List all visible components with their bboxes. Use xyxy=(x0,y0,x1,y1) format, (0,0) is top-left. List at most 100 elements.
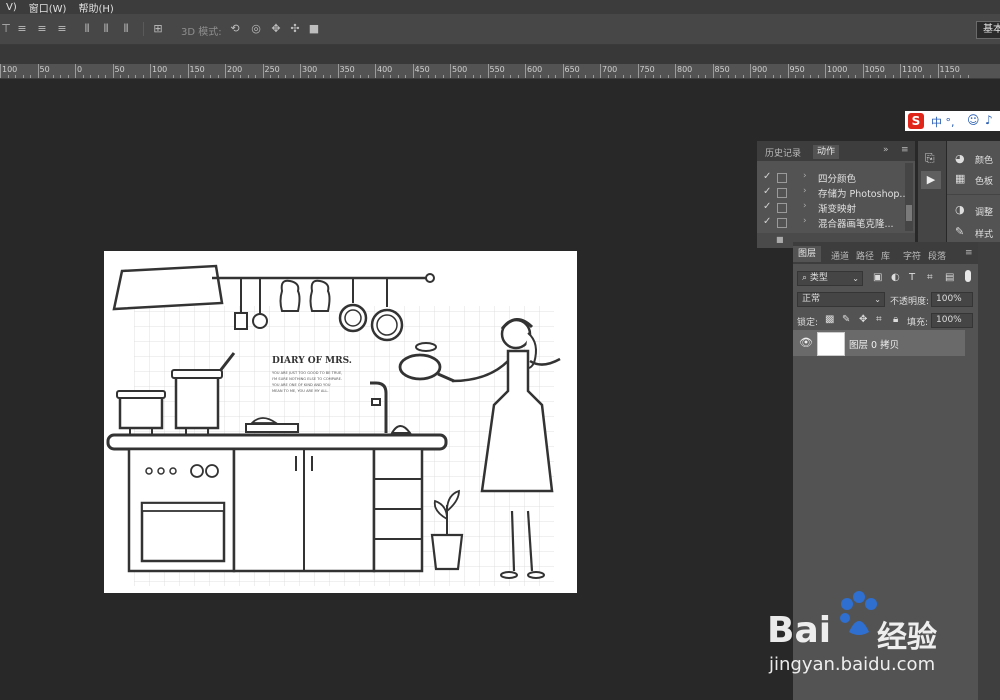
lock-transparency-icon[interactable]: ▩ xyxy=(825,314,834,325)
tab-paragraph[interactable]: 段落 xyxy=(928,249,946,262)
tab-layers[interactable]: 图层 xyxy=(793,246,822,262)
filter-kind-select[interactable]: ⌕ 类型 ⌄ xyxy=(797,271,863,286)
ime-mode[interactable]: 中 °, xyxy=(931,114,955,130)
layer-name[interactable]: 图层 0 拷贝 xyxy=(849,337,899,351)
scroll-thumb[interactable] xyxy=(906,205,912,221)
ruler-label: 1050 xyxy=(864,65,885,74)
emoji-icon[interactable]: ☺ xyxy=(967,113,980,127)
panel-adjustments[interactable]: 调整 xyxy=(975,205,993,218)
ruler-minor-tick xyxy=(615,75,616,78)
ruler-minor-tick xyxy=(690,75,691,78)
align-icon[interactable]: ⊤ xyxy=(0,23,12,35)
adjustment-filter-icon[interactable]: ◐ xyxy=(891,272,900,283)
stop-icon[interactable]: ■ xyxy=(776,235,784,244)
sogou-icon[interactable]: S xyxy=(908,113,924,129)
swatches-icon[interactable]: ▦ xyxy=(955,172,965,185)
lock-position-icon[interactable]: ✥ xyxy=(859,314,867,325)
action-row[interactable]: ✓ › 存储为 Photoshop... xyxy=(757,185,909,200)
ruler-minor-tick xyxy=(540,75,541,78)
tab-libraries[interactable]: 库 xyxy=(881,249,890,262)
menu-view[interactable]: V) xyxy=(0,2,23,13)
distribute-left-icon[interactable]: ⫴ xyxy=(81,23,93,35)
panel-color[interactable]: 颜色 xyxy=(975,153,993,166)
action-label: 混合器画笔克隆... xyxy=(818,219,894,230)
play-icon[interactable]: ▶ xyxy=(921,171,941,189)
action-row[interactable]: ✓ › 四分颜色 xyxy=(757,170,907,185)
ruler-minor-tick xyxy=(307,75,309,78)
ruler-label: 50 xyxy=(39,65,50,74)
type-filter-icon[interactable]: T xyxy=(909,272,915,283)
3d-scale-icon[interactable]: ■ xyxy=(307,23,321,35)
collapse-icon[interactable]: » xyxy=(883,145,889,155)
expand-icon[interactable]: › xyxy=(803,186,807,196)
3d-slide-icon[interactable]: ✣ xyxy=(288,23,302,35)
dialog-toggle-icon[interactable] xyxy=(777,188,787,198)
horizontal-ruler[interactable]: 100 50 0 50 100 150 200 250 300 350 400 450 500 550 60… xyxy=(0,64,1000,79)
ruler-major-tick xyxy=(112,64,114,78)
expand-icon[interactable]: › xyxy=(803,201,807,211)
ime-toolbar[interactable]: S 中 °, ☺ ♪ xyxy=(905,111,1000,131)
dialog-toggle-icon[interactable] xyxy=(777,203,787,213)
check-icon[interactable]: ✓ xyxy=(763,171,771,182)
mic-icon[interactable]: ♪ xyxy=(985,113,993,127)
smart-object-filter-icon[interactable]: ▤ xyxy=(945,272,954,283)
3d-pan-icon[interactable]: ✥ xyxy=(269,23,283,35)
action-row[interactable]: ✓ › 混合器画笔克隆... xyxy=(757,215,907,230)
history-icon[interactable]: ⎘ xyxy=(925,151,935,166)
color-wheel-icon[interactable]: ◕ xyxy=(955,152,965,165)
3d-roll-icon[interactable]: ◎ xyxy=(249,23,263,35)
tab-channels[interactable]: 通道 xyxy=(831,249,849,262)
ruler-minor-tick xyxy=(915,75,916,78)
lock-artboard-icon[interactable]: ⌗ xyxy=(876,314,882,325)
menu-bar: V) 窗口(W) 帮助(H) xyxy=(0,0,1000,15)
expand-icon[interactable]: › xyxy=(803,216,807,226)
3d-rotate-icon[interactable]: ⟲ xyxy=(228,23,242,35)
tab-character[interactable]: 字符 xyxy=(903,249,921,262)
panel-menu-icon[interactable]: ≡ xyxy=(901,145,909,155)
ruler-label: 100 xyxy=(152,65,168,74)
blend-mode-select[interactable]: 正常 ⌄ xyxy=(797,292,885,307)
check-icon[interactable]: ✓ xyxy=(763,186,771,197)
tab-paths[interactable]: 路径 xyxy=(856,249,874,262)
check-icon[interactable]: ✓ xyxy=(763,201,771,212)
tab-actions[interactable]: 动作 xyxy=(813,145,840,159)
shape-filter-icon[interactable]: ⌗ xyxy=(927,272,933,283)
panel-menu-icon[interactable]: ≡ xyxy=(965,248,973,258)
lock-paint-icon[interactable]: ✎ xyxy=(842,314,850,325)
auto-align-icon[interactable]: ⊞ xyxy=(152,23,164,35)
opacity-input[interactable]: 100% xyxy=(931,292,973,307)
menu-window[interactable]: 窗口(W) xyxy=(23,0,73,15)
pixel-filter-icon[interactable]: ▣ xyxy=(873,272,882,283)
ruler-minor-tick xyxy=(742,75,744,78)
actions-scrollbar[interactable] xyxy=(905,163,913,231)
lock-all-icon[interactable]: 🔒︎ xyxy=(893,314,898,325)
align-vcenter-icon[interactable]: ≡ xyxy=(36,23,48,35)
ruler-minor-tick xyxy=(855,75,856,78)
align-bottom-icon[interactable]: ≡ xyxy=(56,23,68,35)
menu-help[interactable]: 帮助(H) xyxy=(72,0,119,15)
tab-history[interactable]: 历史记录 xyxy=(765,146,801,159)
action-row[interactable]: ✓ › 渐变映射 xyxy=(757,200,907,215)
ruler-major-tick xyxy=(862,64,864,78)
styles-icon[interactable]: ✎ xyxy=(955,225,964,238)
filter-toggle[interactable] xyxy=(965,270,971,282)
fill-input[interactable]: 100% xyxy=(931,313,973,328)
ruler-minor-tick xyxy=(217,75,219,78)
check-icon[interactable]: ✓ xyxy=(763,216,771,227)
distribute-right-icon[interactable]: ⫴ xyxy=(120,23,132,35)
baidu-watermark: Bai 经验 jingyan.baidu.com xyxy=(765,590,995,680)
workspace-selector[interactable]: 基本 xyxy=(976,21,1000,39)
dialog-toggle-icon[interactable] xyxy=(777,173,787,183)
visibility-eye-icon[interactable]: 👁︎ xyxy=(799,336,813,349)
ruler-label: 1100 xyxy=(902,65,923,74)
dialog-toggle-icon[interactable] xyxy=(777,218,787,228)
align-top-icon[interactable]: ≡ xyxy=(16,23,28,35)
expand-icon[interactable]: › xyxy=(803,171,807,181)
distribute-hcenter-icon[interactable]: ⫴ xyxy=(100,23,112,35)
document-canvas[interactable]: DIARY OF MRS. YOU ARE JUST TOO GOOD TO B… xyxy=(104,251,577,593)
panel-swatches[interactable]: 色板 xyxy=(975,174,993,187)
panel-styles[interactable]: 样式 xyxy=(975,227,993,240)
adjustments-icon[interactable]: ◑ xyxy=(955,203,965,216)
action-label: 渐变映射 xyxy=(818,204,857,215)
layer-row[interactable]: 👁︎ 图层 0 拷贝 xyxy=(793,330,965,356)
